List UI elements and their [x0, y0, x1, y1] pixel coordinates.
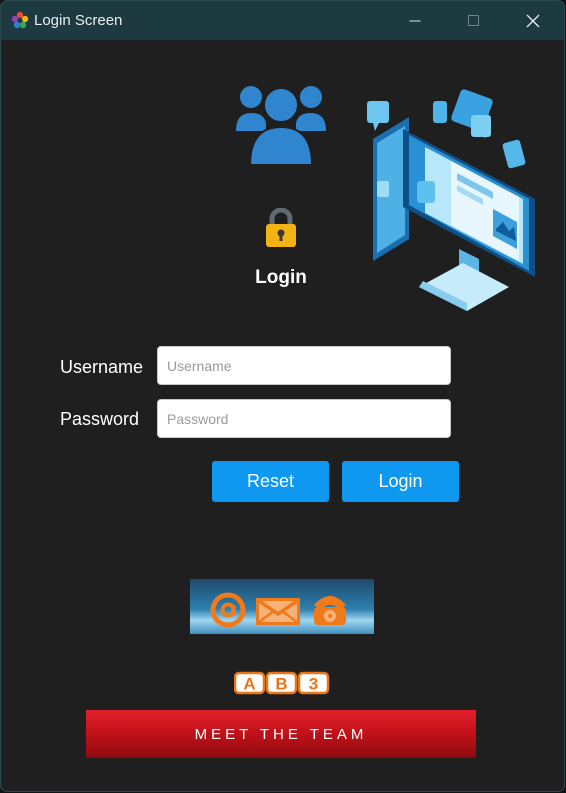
svg-text:3: 3 [309, 675, 318, 694]
svg-text:B: B [275, 675, 287, 694]
login-heading: Login [255, 267, 307, 288]
minimize-icon [409, 20, 421, 21]
contact-banner[interactable] [190, 579, 374, 634]
password-label: Password [60, 409, 140, 429]
maximize-button[interactable] [445, 1, 503, 40]
minimize-button[interactable] [386, 1, 444, 40]
login-button[interactable]: Login [342, 461, 459, 502]
users-icon [236, 86, 326, 166]
reset-button[interactable]: Reset [212, 461, 329, 502]
window-title: Login Screen [34, 12, 123, 29]
login-window: Login Screen Login Username Username Pas… [0, 0, 565, 792]
username-field[interactable] [157, 346, 451, 385]
close-button[interactable] [504, 1, 562, 40]
computer-monitor-illustration [367, 89, 535, 311]
password-field[interactable] [157, 399, 451, 438]
maximize-icon [468, 14, 479, 26]
lock-icon [266, 208, 296, 247]
app-icon [11, 11, 29, 29]
username-label: Username [60, 357, 144, 377]
envelope-icon [256, 598, 300, 625]
meet-the-team-button[interactable]: MEET THE TEAM [86, 710, 476, 758]
close-icon [526, 14, 540, 27]
svg-text:A: A [243, 675, 255, 694]
title-bar[interactable]: Login Screen [1, 1, 564, 40]
ab3-logo: A B 3 [234, 671, 330, 695]
